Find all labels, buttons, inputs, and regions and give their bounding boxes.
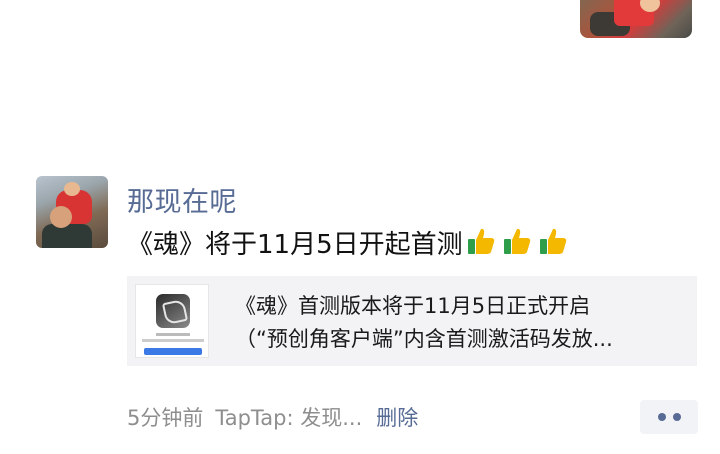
previous-post-image[interactable] <box>580 0 692 38</box>
post-text-line: 《魂》将于11月5日开起首测 <box>127 224 569 261</box>
thumbs-up-icon <box>467 228 494 254</box>
timestamp: 5分钟前 <box>127 406 204 430</box>
avatar[interactable] <box>36 176 108 248</box>
thumbs-up-icon <box>539 228 566 254</box>
avatar-shape <box>42 224 92 248</box>
link-card-line-1: 《魂》首测版本将于11月5日正式开启 <box>235 294 591 318</box>
dot-icon <box>672 413 681 421</box>
emoji-group <box>465 225 569 257</box>
avatar-shape <box>64 182 80 196</box>
post-text: 《魂》将于11月5日开起首测 <box>127 230 463 260</box>
thumbnail-button-placeholder <box>144 348 202 355</box>
delete-button[interactable]: 删除 <box>376 406 418 430</box>
image-shape <box>640 0 660 12</box>
more-options-button[interactable] <box>640 400 698 434</box>
thumbs-up-icon <box>503 228 530 254</box>
link-card[interactable]: 《魂》首测版本将于11月5日正式开启 （“预创角客户端”内含首测激活码发放... <box>127 276 697 366</box>
avatar-shape <box>50 206 72 228</box>
post-footer: 5分钟前 TapTap: 发现... 删除 <box>127 402 418 432</box>
source-link[interactable]: TapTap: 发现... <box>215 406 362 430</box>
link-card-thumbnail <box>135 284 209 358</box>
app-logo-icon <box>156 294 190 328</box>
dot-icon <box>657 413 666 421</box>
thumbnail-text-placeholder <box>156 333 190 336</box>
username[interactable]: 那现在呢 <box>127 180 237 219</box>
link-card-text: 《魂》首测版本将于11月5日正式开启 （“预创角客户端”内含首测激活码发放... <box>235 290 685 356</box>
thumbnail-text-placeholder <box>142 339 204 342</box>
link-card-line-2: （“预创角客户端”内含首测激活码发放... <box>235 327 613 351</box>
